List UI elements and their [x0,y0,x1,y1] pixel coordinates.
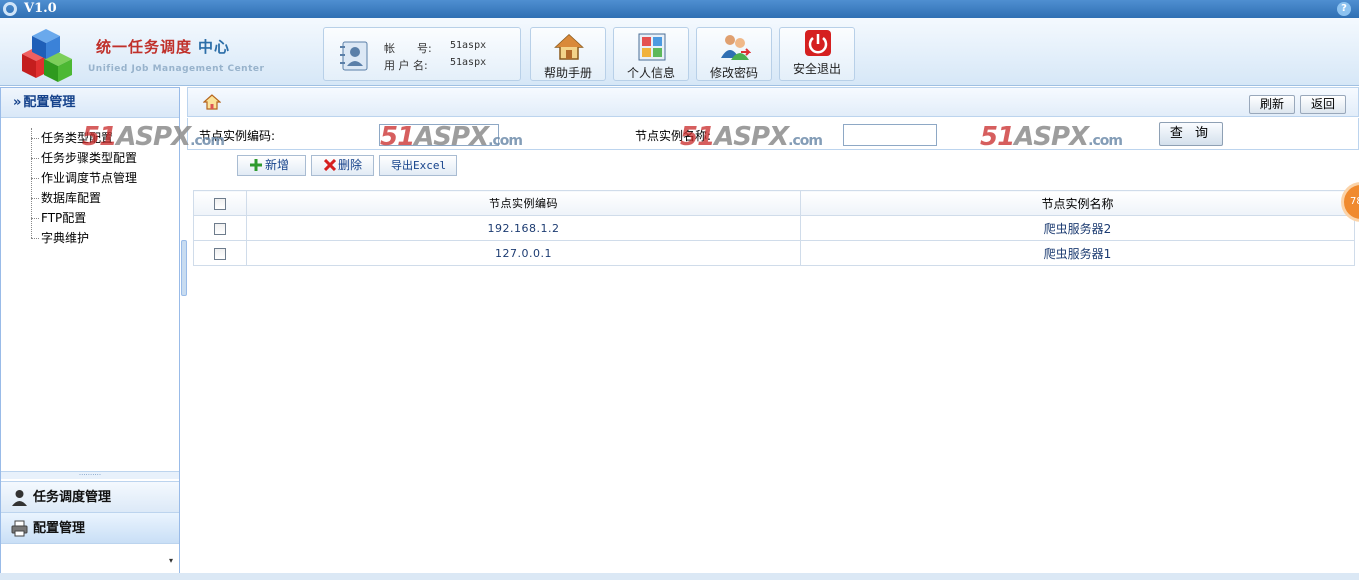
watermark-suffix: .com [788,133,823,149]
app-version: V1.0 [24,1,57,16]
row-checkbox[interactable] [214,222,226,235]
plus-icon [250,159,262,171]
power-icon [805,30,831,56]
app-title-red: 统一任务调度 [96,38,193,56]
cell-node-name: 爬虫服务器2 [800,215,1355,241]
account-label: 帐 号: [384,42,432,55]
user-info-box: 帐 号: 51aspx 用 户 名: 51aspx [323,27,521,81]
dropdown-arrow-icon[interactable]: ▾ [169,556,173,565]
watermark: 51ASPX.com [680,122,823,152]
node-grid: 节点实例编码 节点实例名称 192.168.1.2 爬虫服务器2 127.0.0… [193,190,1355,266]
watermark-mid: ASPX [1014,122,1089,152]
app-header: 统一任务调度 中心 Unified Job Management Center 帐… [0,18,1359,86]
accordion-config[interactable]: 配置管理 [1,512,179,543]
gear-icon[interactable] [3,2,17,16]
grid-header-row: 节点实例编码 节点实例名称 [193,190,1355,216]
personal-info-button[interactable]: 个人信息 [613,27,689,81]
watermark-num: 51 [82,122,117,152]
delete-button-label: 删除 [338,158,363,172]
title-bar: V1.0 ? [0,0,1359,18]
tree-item-scheduler-node[interactable]: 作业调度节点管理 [31,168,137,188]
logout-label: 安全退出 [792,62,841,76]
users-icon [721,35,751,60]
logout-button[interactable]: 安全退出 [779,27,855,81]
row-checkbox[interactable] [214,247,226,260]
change-password-button[interactable]: 修改密码 [696,27,772,81]
accordion-config-label: 配置管理 [33,521,86,536]
refresh-button[interactable]: 刷新 [1249,95,1295,114]
tree-item-dictionary[interactable]: 字典维护 [31,228,137,248]
tree-item-ftp[interactable]: FTP配置 [31,208,137,228]
personal-info-label: 个人信息 [626,66,675,80]
select-all-cell [193,190,247,216]
help-manual-label: 帮助手册 [543,66,592,80]
cell-node-code: 127.0.0.1 [246,240,801,266]
cell-node-name: 爬虫服务器1 [800,240,1355,266]
delete-button[interactable]: 删除 [311,155,374,176]
add-button[interactable]: 新增 [237,155,306,176]
delete-x-icon [324,159,336,171]
select-all-checkbox[interactable] [214,197,226,210]
watermark-mid: ASPX [714,122,789,152]
accordion-task-scheduling-label: 任务调度管理 [33,490,112,505]
status-strip [0,573,1359,580]
contact-card-icon [340,41,368,71]
table-row[interactable]: 192.168.1.2 爬虫服务器2 [193,215,1355,241]
sidebar-splitter[interactable]: ·········· [1,471,179,479]
user-icon [12,490,27,506]
username-label: 用 户 名: [384,59,428,72]
house-icon [554,33,584,60]
left-sidebar: » 配置管理 任务类型配置 任务步骤类型配置 作业调度节点管理 数据库配置 FTP… [0,87,180,573]
sidebar-header[interactable]: » 配置管理 [1,88,179,118]
row-checkbox-cell [193,240,247,266]
grid-icon [638,33,666,61]
watermark-num: 51 [380,122,415,152]
help-manual-button[interactable]: 帮助手册 [530,27,606,81]
watermark: 51ASPX.com [980,122,1123,152]
username-row: 用 户 名: 51aspx [384,57,486,73]
watermark: 51ASPX.com [82,122,225,152]
table-row[interactable]: 127.0.0.1 爬虫服务器1 [193,240,1355,266]
column-header-name[interactable]: 节点实例名称 [800,190,1355,216]
node-name-input[interactable] [843,124,937,146]
username-value: 51aspx [450,57,487,68]
double-chevron-icon: » [13,95,22,110]
breadcrumb-bar: 刷新 返回 [187,87,1359,117]
query-button[interactable]: 查 询 [1159,122,1223,146]
column-header-code[interactable]: 节点实例编码 [246,190,801,216]
add-button-label: 新增 [265,158,290,172]
sidebar-collapse-handle[interactable] [181,240,187,296]
watermark-mid: ASPX [414,122,489,152]
account-value: 51aspx [450,40,487,51]
export-excel-button[interactable]: 导出Excel [379,155,457,176]
help-icon[interactable]: ? [1337,2,1351,16]
printer-icon [11,520,28,537]
watermark-suffix: .com [488,133,523,149]
watermark-mid: ASPX [116,122,191,152]
cell-node-code: 192.168.1.2 [246,215,801,241]
watermark-suffix: .com [1088,133,1123,149]
watermark: 51ASPX.com [380,122,523,152]
sidebar-title: 配置管理 [23,95,76,110]
watermark-num: 51 [980,122,1015,152]
home-icon[interactable] [203,93,221,111]
watermark-suffix: .com [190,133,225,149]
row-checkbox-cell [193,215,247,241]
sidebar-footer[interactable]: ▾ [1,543,179,573]
logo-cubes-icon [22,29,72,82]
back-button[interactable]: 返回 [1300,95,1346,114]
accordion-task-scheduling[interactable]: 任务调度管理 [1,481,179,512]
tree-item-database[interactable]: 数据库配置 [31,188,137,208]
app-title: 统一任务调度 中心 [96,36,230,57]
account-row: 帐 号: 51aspx [384,40,486,56]
app-subtitle: Unified Job Management Center [88,64,265,74]
watermark-num: 51 [680,122,715,152]
app-title-blue: 中心 [198,38,231,56]
change-password-label: 修改密码 [709,66,758,80]
